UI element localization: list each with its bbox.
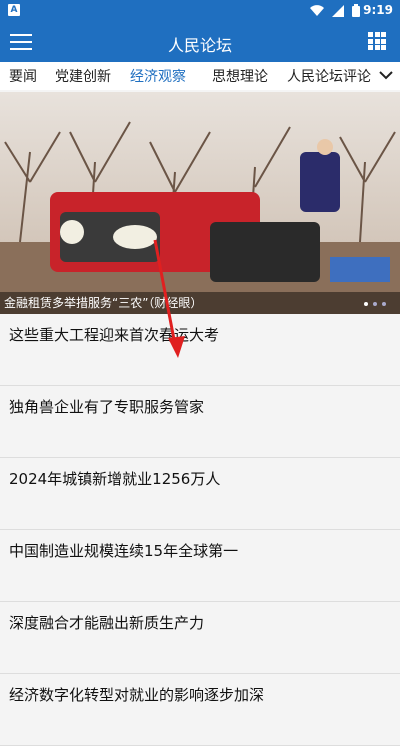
- article-item[interactable]: 中国制造业规模连续15年全球第一: [0, 530, 400, 602]
- category-tabs: 要闻 党建创新 经济观察 思想理论 人民论坛评论: [0, 62, 400, 90]
- app-title: 人民论坛: [167, 36, 232, 55]
- cellular-icon: [332, 4, 344, 17]
- article-title: 深度融合才能融出新质生产力: [9, 614, 205, 632]
- app-notification-icon: A: [8, 4, 20, 16]
- article-item[interactable]: 2024年城镇新增就业1256万人: [0, 458, 400, 530]
- app-bar: 人民论坛: [0, 22, 400, 62]
- tab-sixiang[interactable]: 思想理论: [212, 66, 268, 86]
- article-title: 中国制造业规模连续15年全球第一: [9, 542, 239, 560]
- clock: 9:19: [363, 3, 393, 17]
- article-item[interactable]: 独角兽企业有了专职服务管家: [0, 386, 400, 458]
- status-bar: A 9:19: [0, 0, 400, 22]
- banner-pagination: [364, 302, 386, 306]
- article-title: 这些重大工程迎来首次春运大考: [9, 326, 220, 344]
- article-list: 这些重大工程迎来首次春运大考 独角兽企业有了专职服务管家 2024年城镇新增就业…: [0, 314, 400, 746]
- tab-jingji[interactable]: 经济观察: [130, 66, 186, 86]
- page-dot: [382, 302, 386, 306]
- tab-pinglun[interactable]: 人民论坛评论: [287, 66, 371, 86]
- battery-icon: [352, 4, 360, 17]
- status-icons: [310, 4, 360, 17]
- page-dot: [373, 302, 377, 306]
- article-title: 经济数字化转型对就业的影响逐步加深: [9, 686, 265, 704]
- article-item[interactable]: 深度融合才能融出新质生产力: [0, 602, 400, 674]
- apps-grid-icon[interactable]: [368, 32, 386, 50]
- wifi-icon: [310, 4, 324, 16]
- page-dot-active: [364, 302, 368, 306]
- banner-image: [0, 92, 400, 314]
- tab-yaowen[interactable]: 要闻: [9, 66, 37, 86]
- banner-caption: 金融租赁多举措服务“三农”（财经眼）: [4, 296, 203, 310]
- featured-banner[interactable]: 金融租赁多举措服务“三农”（财经眼）: [0, 92, 400, 314]
- article-item[interactable]: 经济数字化转型对就业的影响逐步加深: [0, 674, 400, 746]
- article-title: 独角兽企业有了专职服务管家: [9, 398, 205, 416]
- article-title: 2024年城镇新增就业1256万人: [9, 470, 221, 488]
- tab-dangjian[interactable]: 党建创新: [55, 66, 111, 86]
- chevron-down-icon[interactable]: [378, 67, 394, 83]
- article-item[interactable]: 这些重大工程迎来首次春运大考: [0, 314, 400, 386]
